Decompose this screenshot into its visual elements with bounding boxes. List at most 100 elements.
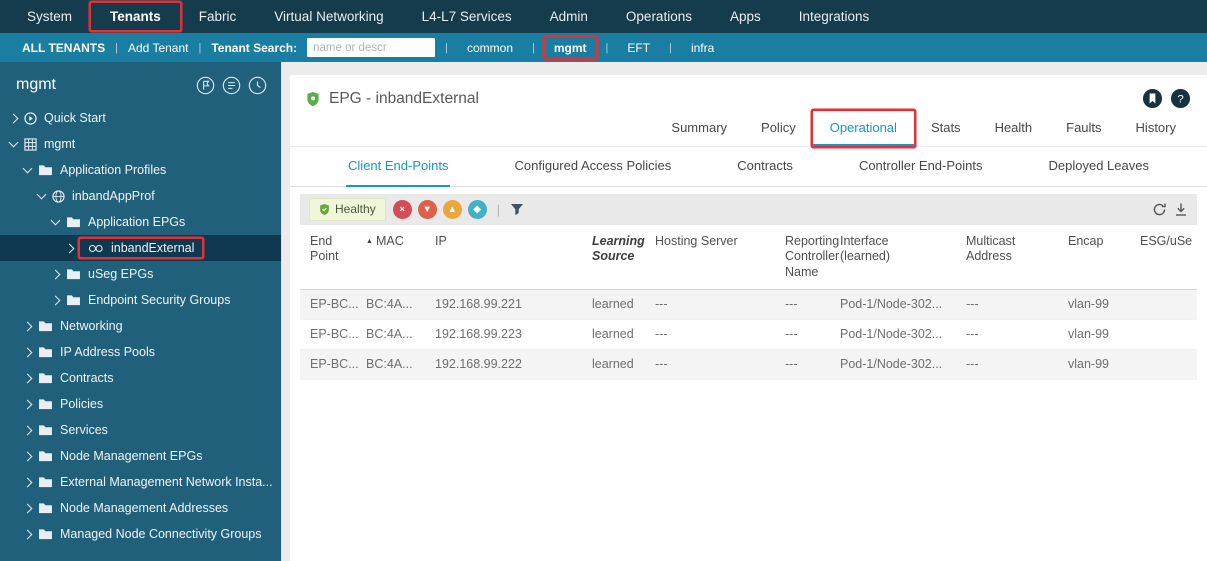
tree-item-managed-node-connectivity-groups[interactable]: Managed Node Connectivity Groups <box>0 521 281 547</box>
column-header-esg-use[interactable]: ESG/uSe <box>1140 234 1197 249</box>
column-header-learning-source[interactable]: Learning Source <box>592 234 655 265</box>
notes-icon[interactable] <box>221 75 241 95</box>
tree-item-content: Contracts <box>38 369 121 387</box>
chevron-right-icon[interactable] <box>50 295 61 305</box>
tree-item-networking[interactable]: Networking <box>0 313 281 339</box>
table-cell: vlan-99 <box>1068 357 1109 372</box>
tenant-chip-infra[interactable]: infra <box>682 38 723 58</box>
chevron-right-icon[interactable] <box>50 269 61 279</box>
subtab-client-end-points[interactable]: Client End-Points <box>346 147 451 187</box>
chevron-right-icon[interactable] <box>22 373 33 383</box>
chevron-right-icon[interactable] <box>22 399 33 409</box>
refresh-icon[interactable] <box>1152 202 1167 217</box>
column-header-interface-learned[interactable]: Interface (learned) <box>840 234 966 265</box>
tree-item-label: Node Management Addresses <box>60 501 229 515</box>
tree-item-application-epgs[interactable]: Application EPGs <box>0 209 281 235</box>
warning-icon[interactable]: ◆ <box>467 200 487 219</box>
tree-item-external-management-network-insta[interactable]: External Management Network Insta... <box>0 469 281 495</box>
nav-item-system[interactable]: System <box>8 3 91 30</box>
chevron-down-icon[interactable] <box>8 137 19 148</box>
column-header-reporting-controller-name[interactable]: Reporting Controller Name <box>785 234 840 280</box>
tab-stats[interactable]: Stats <box>914 111 978 146</box>
tree-item-inbandappprof[interactable]: inbandAppProf <box>0 183 281 209</box>
table-row[interactable]: EP-BC... BC:4A... 192.168.99.223 learned ---… <box>300 320 1197 350</box>
chevron-right-icon[interactable] <box>22 321 33 331</box>
tab-health[interactable]: Health <box>978 111 1050 146</box>
tree-item-services[interactable]: Services <box>0 417 281 443</box>
nav-item-operations[interactable]: Operations <box>607 3 711 30</box>
add-tenant-link[interactable]: Add Tenant <box>128 41 189 55</box>
minor-icon[interactable]: ▲ <box>442 200 462 219</box>
chevron-right-icon[interactable] <box>22 529 33 539</box>
column-header-label: Reporting Controller Name <box>785 234 840 279</box>
chevron-down-icon[interactable] <box>22 163 33 174</box>
chevron-right-icon[interactable] <box>22 425 33 435</box>
column-header-multicast-address[interactable]: Multicast Address <box>966 234 1068 265</box>
subtab-deployed-leaves[interactable]: Deployed Leaves <box>1047 147 1151 187</box>
table-row[interactable]: EP-BC... BC:4A... 192.168.99.221 learned ---… <box>300 289 1197 320</box>
tenant-chip-eft[interactable]: EFT <box>618 38 659 58</box>
tree-item-useg-epgs[interactable]: uSeg EPGs <box>0 261 281 287</box>
subtab-controller-end-points[interactable]: Controller End-Points <box>857 147 985 187</box>
help-icon[interactable]: ? <box>1170 88 1191 109</box>
filter-icon[interactable] <box>510 203 524 216</box>
major-icon[interactable]: ▼ <box>417 200 437 219</box>
folder-icon <box>38 476 53 488</box>
nav-item-virtual-networking[interactable]: Virtual Networking <box>255 3 402 30</box>
tab-faults[interactable]: Faults <box>1049 111 1118 146</box>
folder-icon <box>38 424 53 436</box>
chevron-down-icon[interactable] <box>36 189 47 200</box>
column-header-mac[interactable]: ▲ MAC <box>366 234 435 249</box>
tenant-chip-common[interactable]: common <box>458 38 522 58</box>
subtab-contracts[interactable]: Contracts <box>735 147 795 187</box>
nav-item-apps[interactable]: Apps <box>711 3 780 30</box>
critical-icon[interactable]: × <box>392 200 412 219</box>
nav-item-tenants[interactable]: Tenants <box>91 3 180 30</box>
tenant-search-input[interactable] <box>307 38 436 57</box>
all-tenants-link[interactable]: ALL TENANTS <box>22 41 105 55</box>
chevron-right-icon[interactable] <box>64 243 75 253</box>
tree-item-node-management-epgs[interactable]: Node Management EPGs <box>0 443 281 469</box>
nav-item-admin[interactable]: Admin <box>531 3 607 30</box>
tree-item-application-profiles[interactable]: Application Profiles <box>0 157 281 183</box>
tree-item-policies[interactable]: Policies <box>0 391 281 417</box>
column-header-ip[interactable]: IP <box>435 234 592 249</box>
tenant-search-label: Tenant Search: <box>211 40 298 55</box>
folder-icon <box>38 398 53 410</box>
tenant-bar: ALL TENANTS | Add Tenant | Tenant Search… <box>0 33 1207 62</box>
tenant-chip-mgmt[interactable]: mgmt <box>545 38 596 58</box>
tree-item-content: Networking <box>38 317 130 335</box>
tree-item-node-management-addresses[interactable]: Node Management Addresses <box>0 495 281 521</box>
chevron-right-icon[interactable] <box>22 347 33 357</box>
tree-item-endpoint-security-groups[interactable]: Endpoint Security Groups <box>0 287 281 313</box>
download-icon[interactable] <box>1174 202 1188 217</box>
tree-item-inbandexternal[interactable]: inbandExternal <box>0 235 281 261</box>
tree-item-contracts[interactable]: Contracts <box>0 365 281 391</box>
nav-item-l4-l7-services[interactable]: L4-L7 Services <box>403 3 531 30</box>
tree-item-quick-start[interactable]: Quick Start <box>0 105 281 131</box>
appprofile-icon <box>52 189 65 203</box>
chevron-right-icon[interactable] <box>22 477 33 487</box>
column-header-encap[interactable]: Encap <box>1068 234 1140 249</box>
tab-history[interactable]: History <box>1119 111 1193 146</box>
nav-item-integrations[interactable]: Integrations <box>780 3 889 30</box>
tree-item-mgmt[interactable]: mgmt <box>0 131 281 157</box>
chevron-right-icon[interactable] <box>22 451 33 461</box>
tab-operational[interactable]: Operational <box>812 111 914 146</box>
chevron-right-icon[interactable] <box>8 113 19 123</box>
column-header-hosting-server[interactable]: Hosting Server <box>655 234 785 249</box>
chevron-down-icon[interactable] <box>50 215 61 226</box>
tree-item-content: uSeg EPGs <box>66 265 160 283</box>
table-row[interactable]: EP-BC... BC:4A... 192.168.99.222 learned ---… <box>300 349 1197 380</box>
history-icon[interactable] <box>247 75 267 95</box>
nav-item-fabric[interactable]: Fabric <box>180 3 256 30</box>
chevron-right-icon[interactable] <box>22 503 33 513</box>
tree-item-ip-address-pools[interactable]: IP Address Pools <box>0 339 281 365</box>
pin-icon[interactable] <box>195 75 215 95</box>
subtab-configured-access-policies[interactable]: Configured Access Policies <box>512 147 673 187</box>
tab-summary[interactable]: Summary <box>654 111 744 146</box>
column-header-end-point[interactable]: End Point <box>300 234 366 265</box>
table-cell: 192.168.99.221 <box>435 297 522 312</box>
tab-policy[interactable]: Policy <box>744 111 813 146</box>
bookmark-icon[interactable] <box>1142 88 1163 109</box>
